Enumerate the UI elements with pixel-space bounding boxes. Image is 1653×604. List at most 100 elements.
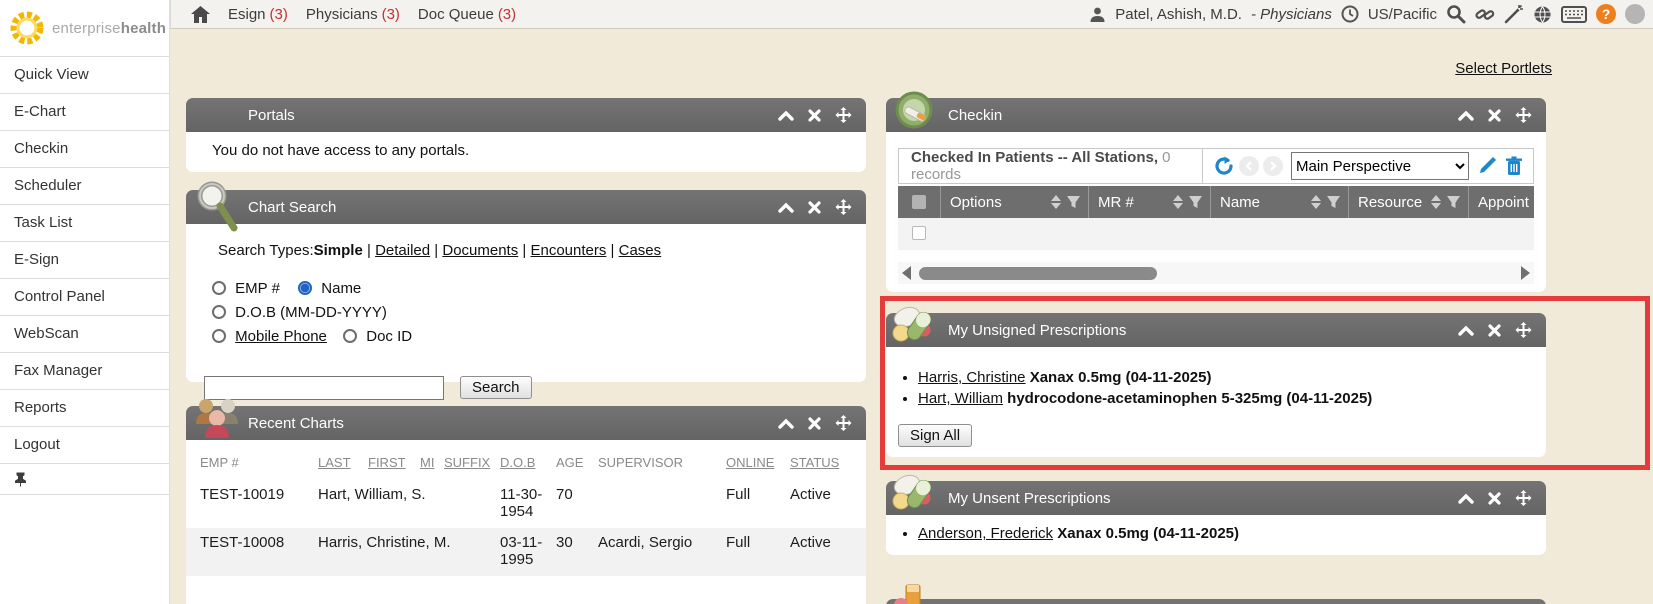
- next-perspective-icon[interactable]: [1263, 156, 1283, 176]
- row-checkbox[interactable]: [912, 226, 926, 240]
- pin-icon[interactable]: [14, 472, 27, 487]
- sidebar-item-scheduler[interactable]: Scheduler: [0, 168, 169, 205]
- search-type-detailed-link[interactable]: Detailed: [375, 242, 430, 259]
- sort-icon[interactable]: [1311, 195, 1321, 209]
- scroll-left-icon[interactable]: [902, 266, 911, 280]
- col-online[interactable]: ONLINE: [726, 455, 774, 470]
- link-icon[interactable]: [1475, 4, 1495, 24]
- portals-collapse-icon[interactable]: [778, 110, 794, 121]
- recent-charts-collapse-icon[interactable]: [778, 418, 794, 429]
- recent-charts-move-icon[interactable]: [835, 415, 852, 432]
- patient-link[interactable]: Anderson, Frederick: [918, 525, 1053, 542]
- filter-icon[interactable]: [1188, 195, 1203, 209]
- portals-portlet-header: Portals: [186, 98, 866, 132]
- select-all-checkbox[interactable]: [912, 195, 926, 209]
- col-suffix[interactable]: SUFFIX: [444, 455, 490, 470]
- select-portlets-link[interactable]: Select Portlets: [1455, 60, 1552, 77]
- edit-perspective-icon[interactable]: [1477, 156, 1497, 176]
- col-last[interactable]: LAST: [318, 455, 351, 470]
- unsent-rx-collapse-icon[interactable]: [1458, 493, 1474, 504]
- chart-search-move-icon[interactable]: [835, 199, 852, 216]
- unsigned-rx-move-icon[interactable]: [1515, 322, 1532, 339]
- table-row[interactable]: TEST-10008 Harris, Christine, M. 03-11-1…: [186, 528, 866, 576]
- filter-icon[interactable]: [1326, 195, 1341, 209]
- resource-header-cell[interactable]: Resource: [1348, 186, 1468, 218]
- sidebar-item-reports[interactable]: Reports: [0, 390, 169, 427]
- recent-charts-portlet-header: Recent Charts: [186, 406, 866, 440]
- search-icon[interactable]: [1446, 4, 1466, 24]
- sidebar-item-quick-view[interactable]: Quick View: [0, 57, 169, 94]
- checkin-move-icon[interactable]: [1515, 107, 1532, 124]
- search-type-encounters-link[interactable]: Encounters: [530, 242, 606, 259]
- doc-id-radio[interactable]: [343, 329, 357, 343]
- recent-charts-close-icon[interactable]: [808, 417, 821, 430]
- timezone-label[interactable]: US/Pacific: [1368, 6, 1437, 23]
- avatar[interactable]: [1625, 4, 1645, 24]
- sidebar-item-e-chart[interactable]: E-Chart: [0, 94, 169, 131]
- checkin-close-icon[interactable]: [1488, 109, 1501, 122]
- name-radio[interactable]: [298, 281, 312, 295]
- unsigned-rx-icon: [890, 303, 940, 351]
- options-header-cell[interactable]: Options: [940, 186, 1088, 218]
- sort-icon[interactable]: [1051, 195, 1061, 209]
- sign-all-button[interactable]: Sign All: [898, 424, 972, 447]
- recent-charts-portlet-body: EMP # LAST FIRST MI SUFFIX D.O.B AGE SUP…: [186, 440, 866, 604]
- mr-header-cell[interactable]: MR #: [1088, 186, 1210, 218]
- dob-radio[interactable]: [212, 305, 226, 319]
- sidebar-item-task-list[interactable]: Task List: [0, 205, 169, 242]
- nav-physicians[interactable]: Physicians (3): [306, 6, 400, 23]
- sidebar-item-webscan[interactable]: WebScan: [0, 316, 169, 353]
- home-icon[interactable]: [191, 6, 210, 23]
- col-mi[interactable]: MI: [420, 455, 434, 470]
- filter-icon[interactable]: [1446, 195, 1461, 209]
- chart-search-close-icon[interactable]: [808, 201, 821, 214]
- help-icon[interactable]: ?: [1596, 4, 1616, 24]
- globe-icon[interactable]: [1533, 5, 1552, 24]
- portals-move-icon[interactable]: [835, 107, 852, 124]
- unsigned-rx-close-icon[interactable]: [1488, 324, 1501, 337]
- col-supervisor: SUPERVISOR: [598, 455, 683, 470]
- keyboard-icon[interactable]: [1561, 6, 1587, 23]
- sort-icon[interactable]: [1173, 195, 1183, 209]
- sidebar-item-e-sign[interactable]: E-Sign: [0, 242, 169, 279]
- emp-radio[interactable]: [212, 281, 226, 295]
- name-header-cell[interactable]: Name: [1210, 186, 1348, 218]
- select-all-header-cell[interactable]: [898, 186, 940, 218]
- unsigned-rx-collapse-icon[interactable]: [1458, 325, 1474, 336]
- mobile-phone-radio-label[interactable]: Mobile Phone: [235, 328, 327, 345]
- delete-perspective-icon[interactable]: [1505, 156, 1523, 176]
- perspective-select[interactable]: Main Perspective: [1291, 152, 1469, 180]
- filter-icon[interactable]: [1066, 195, 1081, 209]
- portals-close-icon[interactable]: [808, 109, 821, 122]
- patient-link[interactable]: Hart, William: [918, 390, 1003, 407]
- prev-perspective-icon[interactable]: [1239, 156, 1259, 176]
- unsent-rx-close-icon[interactable]: [1488, 492, 1501, 505]
- sidebar-item-fax-manager[interactable]: Fax Manager: [0, 353, 169, 390]
- current-user[interactable]: Patel, Ashish, M.D.: [1115, 6, 1242, 23]
- col-status[interactable]: STATUS: [790, 455, 839, 470]
- mobile-phone-radio[interactable]: [212, 329, 226, 343]
- patient-link[interactable]: Harris, Christine: [918, 369, 1026, 386]
- cell-status: Active: [790, 534, 831, 551]
- sidebar-item-checkin[interactable]: Checkin: [0, 131, 169, 168]
- chart-search-collapse-icon[interactable]: [778, 202, 794, 213]
- sidebar-item-control-panel[interactable]: Control Panel: [0, 279, 169, 316]
- wand-icon[interactable]: [1504, 4, 1524, 24]
- search-type-documents-link[interactable]: Documents: [442, 242, 518, 259]
- unsent-rx-move-icon[interactable]: [1515, 490, 1532, 507]
- sidebar-item-logout[interactable]: Logout: [0, 427, 169, 464]
- sort-icon[interactable]: [1431, 195, 1441, 209]
- checkin-collapse-icon[interactable]: [1458, 110, 1474, 121]
- radio-row-1: EMP # Name: [212, 280, 361, 297]
- col-dob[interactable]: D.O.B: [500, 455, 535, 470]
- scrollbar-thumb[interactable]: [919, 267, 1157, 280]
- chart-search-button[interactable]: Search: [460, 376, 532, 399]
- scroll-right-icon[interactable]: [1521, 266, 1530, 280]
- col-first[interactable]: FIRST: [368, 455, 406, 470]
- nav-doc-queue[interactable]: Doc Queue (3): [418, 6, 516, 23]
- table-row[interactable]: TEST-10019 Hart, William, S. 11-30-1954 …: [186, 480, 866, 528]
- refresh-icon[interactable]: [1213, 155, 1235, 177]
- appointment-header-cell[interactable]: Appoint: [1468, 186, 1534, 218]
- search-type-cases-link[interactable]: Cases: [619, 242, 662, 259]
- nav-esign[interactable]: Esign (3): [228, 6, 288, 23]
